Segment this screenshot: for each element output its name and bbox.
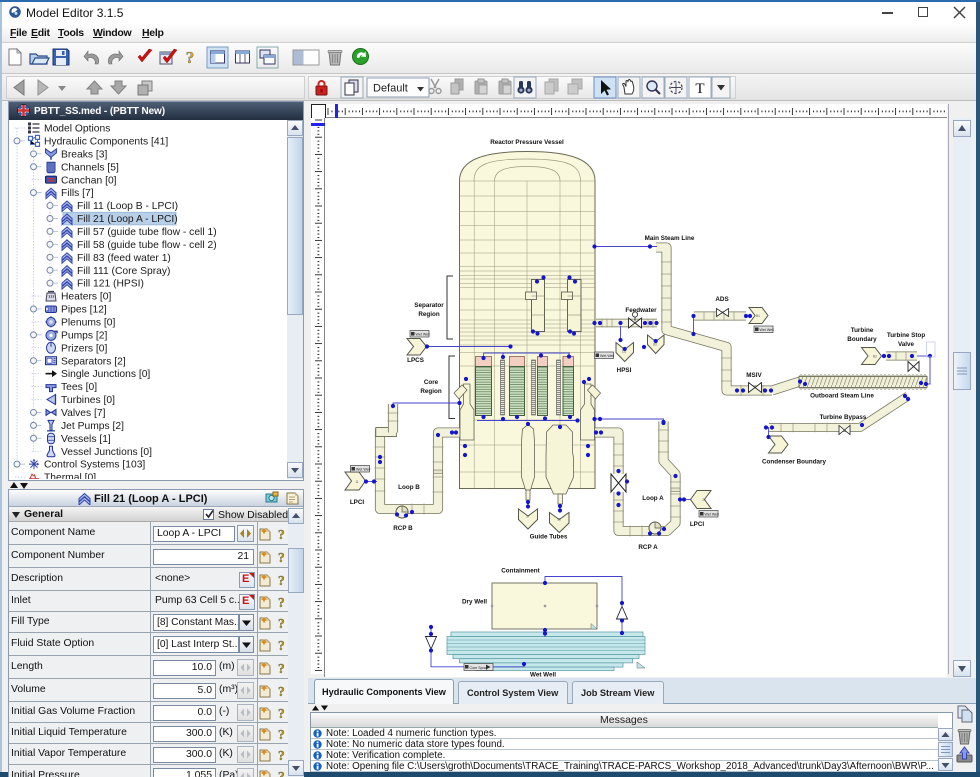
svg-text:B1: B1 bbox=[756, 314, 760, 318]
svg-text:Region: Region bbox=[420, 388, 441, 395]
svg-text:Prizers [0]: Prizers [0] bbox=[61, 343, 107, 354]
svg-text:Canchan [0]: Canchan [0] bbox=[61, 175, 117, 186]
svg-text:Containment: Containment bbox=[501, 568, 540, 575]
svg-text:Wet Well: Wet Well bbox=[356, 468, 370, 472]
svg-text:Wet Well: Wet Well bbox=[705, 513, 719, 517]
svg-text:?: ? bbox=[278, 595, 285, 609]
svg-text:?: ? bbox=[278, 748, 285, 762]
svg-text:Heaters [0]: Heaters [0] bbox=[61, 292, 112, 303]
svg-text:Condenser Boundary: Condenser Boundary bbox=[762, 459, 827, 466]
svg-text:Pipes [12]: Pipes [12] bbox=[61, 305, 107, 316]
svg-text:RCP A: RCP A bbox=[638, 544, 658, 551]
svg-text:Feedwater: Feedwater bbox=[625, 307, 657, 314]
svg-text:B2: B2 bbox=[873, 355, 877, 359]
svg-text:Guide Tubes: Guide Tubes bbox=[530, 534, 568, 541]
svg-text:ADS: ADS bbox=[715, 296, 728, 303]
svg-text:Tees [0]: Tees [0] bbox=[61, 382, 97, 393]
svg-text:Fill 111 (Core Spray): Fill 111 (Core Spray) bbox=[77, 266, 170, 277]
svg-text:Wet Well: Wet Well bbox=[530, 672, 556, 678]
svg-text:Turbine: Turbine bbox=[851, 327, 874, 334]
svg-text:Dry Well: Dry Well bbox=[462, 599, 487, 606]
svg-text:21: 21 bbox=[702, 498, 706, 502]
svg-text:83: 83 bbox=[653, 343, 657, 347]
svg-text:RCP B: RCP B bbox=[393, 525, 413, 532]
svg-text:Plenums [0]: Plenums [0] bbox=[61, 318, 116, 329]
svg-text:Turbines [0]: Turbines [0] bbox=[61, 395, 115, 406]
svg-text:Core: Core bbox=[424, 379, 439, 386]
svg-text:Turbine Stop: Turbine Stop bbox=[887, 332, 926, 339]
svg-text:Reactor Pressure Vessel: Reactor Pressure Vessel bbox=[490, 139, 564, 146]
svg-text:Model Options: Model Options bbox=[44, 124, 110, 135]
svg-text:LPCI: LPCI bbox=[690, 521, 705, 528]
svg-text:?: ? bbox=[278, 616, 285, 630]
svg-text:Vessels [1]: Vessels [1] bbox=[61, 434, 111, 445]
svg-text:111: 111 bbox=[622, 350, 627, 354]
svg-text:MSIV: MSIV bbox=[746, 372, 762, 379]
svg-text:LPCS: LPCS bbox=[407, 357, 424, 364]
svg-text:T: T bbox=[695, 81, 704, 97]
svg-text:?: ? bbox=[278, 684, 285, 698]
svg-text:11: 11 bbox=[355, 480, 359, 484]
svg-text:Fill 58 (guide tube flow - cel: Fill 58 (guide tube flow - cell 2) bbox=[77, 240, 217, 251]
svg-text:Single Junctions [0]: Single Junctions [0] bbox=[61, 369, 150, 380]
svg-text:Default: Default bbox=[373, 83, 408, 95]
svg-text:Pumps [2]: Pumps [2] bbox=[61, 330, 107, 341]
svg-text:58: 58 bbox=[557, 518, 561, 522]
svg-text:Outboard Steam Line: Outboard Steam Line bbox=[810, 393, 874, 400]
svg-text:?: ? bbox=[278, 638, 285, 652]
svg-text:Loop A: Loop A bbox=[642, 495, 664, 502]
svg-text:Boundary: Boundary bbox=[847, 336, 877, 343]
svg-text:57: 57 bbox=[526, 515, 530, 519]
svg-text:?: ? bbox=[278, 527, 285, 541]
svg-text:Fill 83 (feed water 1): Fill 83 (feed water 1) bbox=[77, 253, 171, 264]
svg-text:Wet Well: Wet Well bbox=[760, 328, 774, 332]
svg-text:Channels [5]: Channels [5] bbox=[61, 162, 119, 173]
svg-text:Jet Pumps [2]: Jet Pumps [2] bbox=[61, 421, 124, 432]
svg-text:Core Spray: Core Spray bbox=[470, 666, 488, 670]
svg-text:Fill 121 (HPSI): Fill 121 (HPSI) bbox=[77, 279, 144, 290]
svg-text:LPCI: LPCI bbox=[350, 499, 365, 506]
svg-text:Loop B: Loop B bbox=[398, 484, 420, 491]
svg-text:Valves [7]: Valves [7] bbox=[61, 408, 106, 419]
svg-text:Vessel Junctions [0]: Vessel Junctions [0] bbox=[61, 447, 152, 458]
svg-text:Fills [7]: Fills [7] bbox=[61, 188, 94, 199]
svg-text:Wet Well: Wet Well bbox=[416, 333, 430, 337]
svg-text:?: ? bbox=[186, 48, 195, 67]
svg-text:Control Systems [103]: Control Systems [103] bbox=[44, 460, 145, 471]
svg-text:Separators [2]: Separators [2] bbox=[61, 356, 126, 367]
svg-text:?: ? bbox=[278, 727, 285, 741]
svg-text:HPSI: HPSI bbox=[617, 367, 632, 374]
svg-text:Valve: Valve bbox=[898, 341, 915, 348]
svg-text:Thermal [0]: Thermal [0] bbox=[44, 473, 96, 479]
svg-text:?: ? bbox=[278, 769, 285, 777]
svg-text:Turbine Bypass: Turbine Bypass bbox=[820, 414, 867, 421]
svg-text:?: ? bbox=[278, 706, 285, 720]
svg-text:Region: Region bbox=[418, 311, 439, 318]
svg-text:?: ? bbox=[278, 661, 285, 675]
svg-text:Separator: Separator bbox=[414, 302, 444, 309]
svg-text:Main Steam Line: Main Steam Line bbox=[645, 235, 695, 242]
svg-text:Breaks [3]: Breaks [3] bbox=[61, 149, 107, 160]
svg-text:?: ? bbox=[278, 550, 285, 564]
svg-text:Wet Well: Wet Well bbox=[600, 354, 614, 358]
svg-text:Fill 11 (Loop B - LPCI): Fill 11 (Loop B - LPCI) bbox=[77, 201, 178, 212]
svg-text:Fill 57 (guide tube flow - cel: Fill 57 (guide tube flow - cell 1) bbox=[77, 227, 217, 238]
svg-text:?: ? bbox=[278, 573, 285, 587]
svg-text:Hydraulic Components [41]: Hydraulic Components [41] bbox=[44, 136, 168, 147]
svg-text:Fill 21 (Loop A - LPCI): Fill 21 (Loop A - LPCI) bbox=[77, 214, 178, 225]
